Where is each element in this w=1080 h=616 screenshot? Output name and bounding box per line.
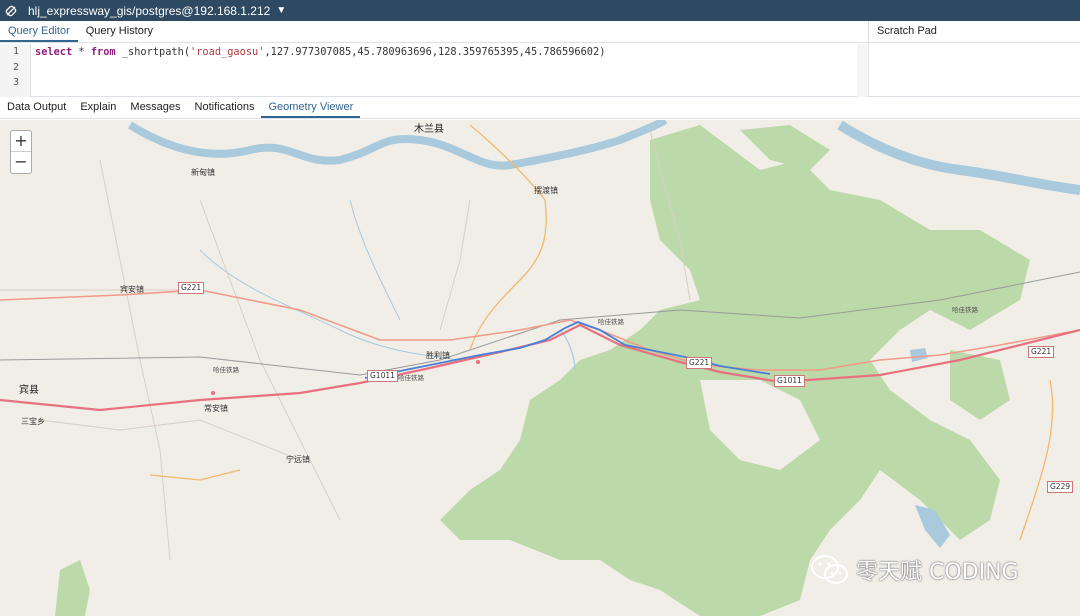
- tab-query-history[interactable]: Query History: [78, 21, 161, 42]
- output-tabs: Data Output Explain Messages Notificatio…: [0, 97, 1080, 119]
- sql-keyword: select: [35, 46, 73, 58]
- tab-query-editor[interactable]: Query Editor: [0, 21, 78, 42]
- tab-notifications[interactable]: Notifications: [188, 97, 262, 118]
- line-gutter: 1 2 3: [0, 44, 31, 97]
- sql-editor[interactable]: select * from _shortpath('road_gaosu',12…: [35, 46, 605, 58]
- scratch-pad-title: Scratch Pad: [869, 21, 1080, 43]
- geometry-map[interactable]: 木兰县 新甸镇 摆渡镇 宾安镇 胜利镇 宾县 三宝乡 常安镇 宁远镇 G221 …: [0, 120, 1080, 616]
- zoom-control: + −: [10, 130, 32, 174]
- tab-messages[interactable]: Messages: [123, 97, 187, 118]
- tab-geometry-viewer[interactable]: Geometry Viewer: [261, 97, 361, 118]
- line-number: 3: [13, 77, 20, 88]
- railway-label: 哈佳铁路: [213, 366, 239, 374]
- connection-title: hlj_expressway_gis/postgres@192.168.1.21…: [28, 3, 271, 18]
- shield-g1011: G1011: [367, 370, 398, 382]
- junction-marker: [211, 391, 215, 395]
- sql-string: 'road_gaosu': [190, 46, 265, 58]
- place-label-binan: 宾安镇: [120, 285, 144, 294]
- shield-g221: G221: [1028, 346, 1055, 358]
- forest-areas: [55, 125, 1030, 616]
- place-label-shengli: 胜利镇: [426, 351, 450, 360]
- editor-scrollbar[interactable]: [857, 44, 867, 97]
- sql-args: ,127.977307085,45.780963696,128.35976539…: [264, 46, 606, 58]
- place-label-baidu: 摆渡镇: [534, 186, 558, 195]
- zoom-in-button[interactable]: +: [11, 131, 31, 152]
- place-label-changan: 常安镇: [204, 404, 228, 413]
- tab-explain[interactable]: Explain: [73, 97, 123, 118]
- zoom-out-button[interactable]: −: [11, 152, 31, 173]
- line-number: 1: [13, 46, 20, 57]
- chevron-down-icon[interactable]: ▼: [276, 5, 286, 16]
- sql-star: *: [72, 46, 91, 58]
- sql-function: _shortpath(: [115, 46, 191, 58]
- railway-label: 哈佳铁路: [598, 318, 624, 326]
- junction-marker: [476, 360, 480, 364]
- connection-icon: [0, 0, 22, 21]
- place-label-sanbao: 三宝乡: [21, 417, 45, 426]
- place-label-xindian: 新甸镇: [191, 168, 215, 177]
- query-tabs: Query Editor Query History: [0, 21, 868, 43]
- wechat-icon: [811, 555, 848, 584]
- sql-keyword: from: [90, 46, 116, 58]
- shield-g229: G229: [1047, 481, 1074, 493]
- place-label-binxian: 宾县: [19, 385, 39, 396]
- railway-label: 哈佳铁路: [398, 374, 424, 382]
- connection-bar[interactable]: hlj_expressway_gis/postgres@192.168.1.21…: [0, 0, 1080, 21]
- shield-g221: G221: [686, 357, 713, 369]
- watermark-text: 零天赋 CODING: [856, 560, 1019, 585]
- tab-data-output[interactable]: Data Output: [0, 97, 73, 118]
- place-label-ningyuan: 宁远镇: [286, 455, 310, 464]
- scratch-pad[interactable]: Scratch Pad: [868, 21, 1080, 97]
- line-number: 2: [13, 61, 20, 73]
- shield-g221: G221: [178, 282, 205, 294]
- shield-g1011: G1011: [774, 375, 805, 387]
- query-editor-panel: Query Editor Query History 1 2 3 select …: [0, 21, 1080, 97]
- place-label-mulan: 木兰县: [414, 124, 444, 135]
- watermark: 零天赋 CODING: [810, 553, 1019, 587]
- railway-label: 哈佳铁路: [952, 306, 978, 314]
